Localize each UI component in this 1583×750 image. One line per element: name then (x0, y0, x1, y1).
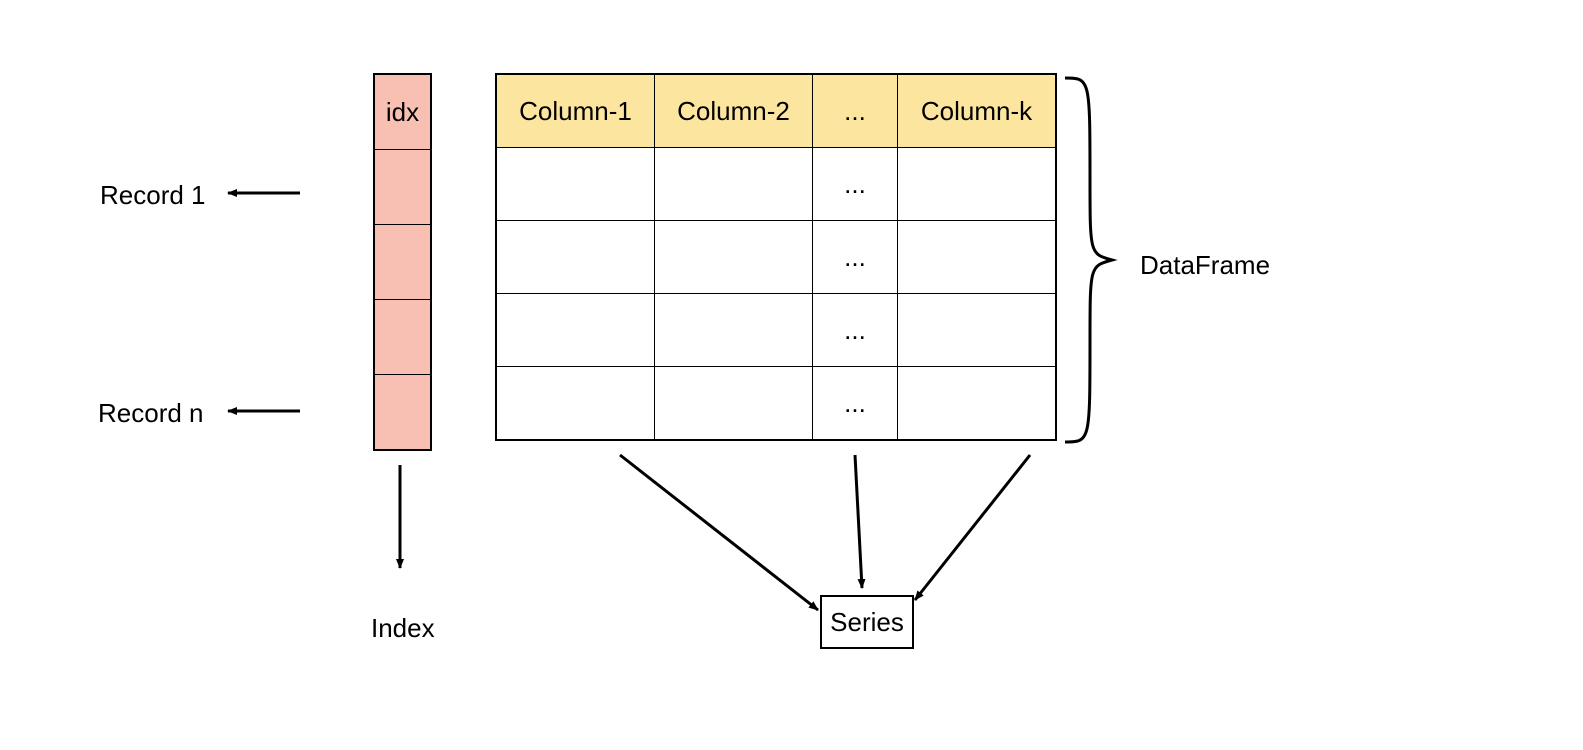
data-cell (655, 294, 813, 367)
index-cell (374, 375, 431, 451)
column1-to-series-arrow (620, 455, 818, 610)
data-cell (655, 367, 813, 441)
table-row: ... (496, 367, 1056, 441)
ellipsis-cell: ... (813, 294, 898, 367)
index-cell (374, 225, 431, 300)
columnk-to-series-arrow (915, 455, 1030, 600)
data-cell (496, 148, 655, 221)
column-header: Column-1 (496, 74, 655, 148)
ellipsis-cell: ... (813, 148, 898, 221)
data-cell (898, 294, 1057, 367)
series-label: Series (830, 607, 904, 638)
data-cell (496, 294, 655, 367)
column-ellipsis-to-series-arrow (855, 455, 862, 588)
diagram-stage: Record 1 Record n idx Column-1 Column-2 … (0, 0, 1583, 750)
index-cell (374, 300, 431, 375)
column-header: Column-k (898, 74, 1057, 148)
record-1-label: Record 1 (100, 180, 206, 211)
dataframe-table: Column-1 Column-2 ... Column-k ... ... .… (495, 73, 1057, 441)
table-row: ... (496, 148, 1056, 221)
ellipsis-cell: ... (813, 367, 898, 441)
dataframe-brace-icon (1065, 78, 1112, 442)
data-cell (496, 367, 655, 441)
data-cell (655, 148, 813, 221)
column-header: ... (813, 74, 898, 148)
index-column: idx (373, 73, 432, 451)
data-cell (655, 221, 813, 294)
header-row: Column-1 Column-2 ... Column-k (496, 74, 1056, 148)
column-header: Column-2 (655, 74, 813, 148)
data-cell (898, 221, 1057, 294)
table-row: ... (496, 221, 1056, 294)
series-box: Series (820, 595, 914, 649)
data-cell (898, 148, 1057, 221)
data-cell (496, 221, 655, 294)
record-n-label: Record n (98, 398, 204, 429)
table-row: ... (496, 294, 1056, 367)
dataframe-label: DataFrame (1140, 250, 1270, 281)
index-cell (374, 150, 431, 225)
ellipsis-cell: ... (813, 221, 898, 294)
index-header-cell: idx (374, 74, 431, 150)
data-cell (898, 367, 1057, 441)
index-label: Index (371, 613, 435, 644)
